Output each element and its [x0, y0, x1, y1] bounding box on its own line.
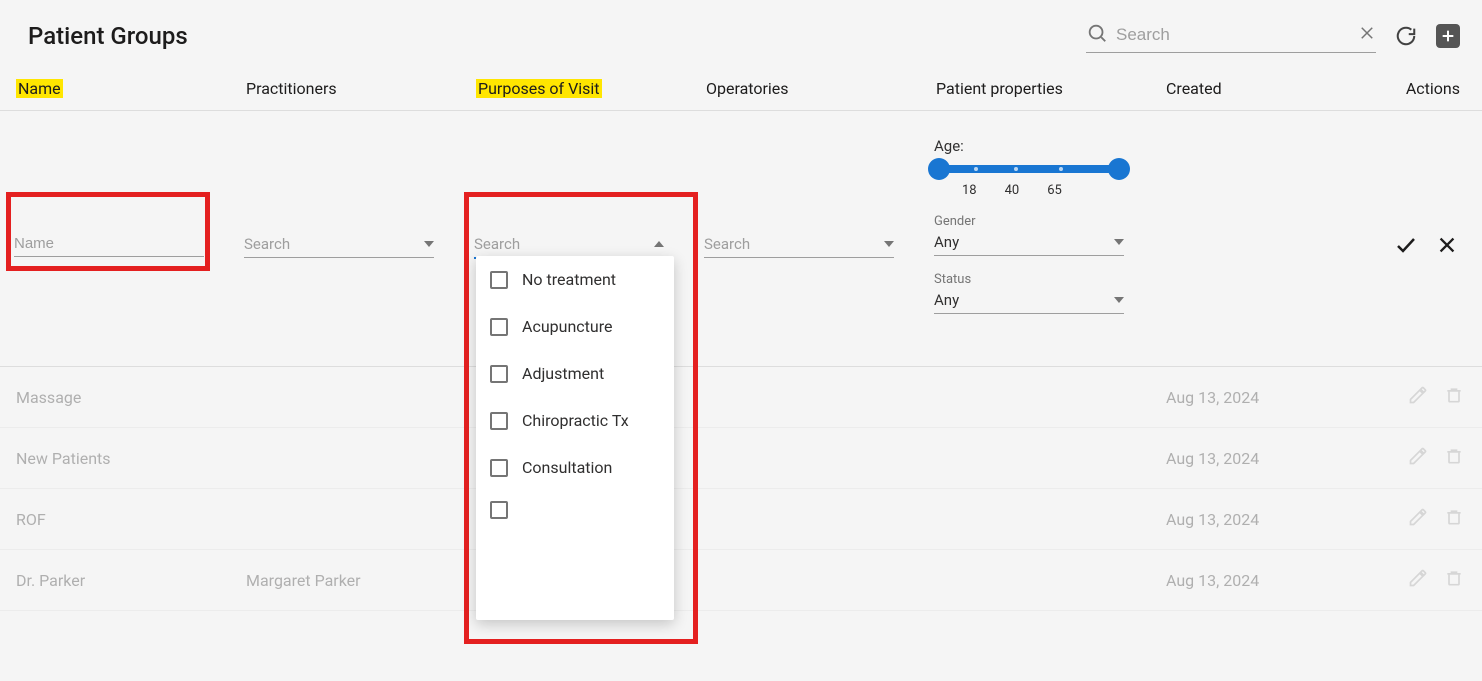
table-cell: Aug 13, 2024: [1166, 449, 1396, 468]
table-row[interactable]: Dr. ParkerMargaret Parker Aug 13, 2024: [0, 550, 1482, 611]
purpose-option[interactable]: No treatment: [476, 256, 674, 303]
age-slider-handle-min[interactable]: [928, 158, 950, 180]
table-cell: Margaret Parker: [246, 571, 476, 590]
name-input[interactable]: [14, 231, 204, 257]
practitioners-dropdown-text: Search: [244, 235, 290, 253]
purpose-option-label: Acupuncture: [522, 317, 612, 336]
purpose-option-label: Consultation: [522, 458, 612, 477]
slider-tick: [1059, 167, 1063, 171]
age-slider-labels: 18 40 65: [934, 179, 1124, 198]
operatories-dropdown-text: Search: [704, 235, 750, 253]
search-icon: [1086, 22, 1108, 48]
purpose-option[interactable]: Adjustment: [476, 350, 674, 397]
chevron-down-icon: [1114, 297, 1124, 303]
delete-icon[interactable]: [1444, 446, 1464, 470]
purpose-option[interactable]: Chiropractic Tx: [476, 397, 674, 444]
age-tick-label: 40: [1005, 183, 1020, 198]
status-value: Any: [934, 291, 959, 309]
purpose-option-label: Chiropractic Tx: [522, 411, 629, 430]
table-row[interactable]: ROF Aug 13, 2024: [0, 489, 1482, 550]
col-name[interactable]: Name: [16, 79, 63, 98]
age-slider-handle-max[interactable]: [1108, 158, 1130, 180]
purposes-dropdown[interactable]: Search: [474, 231, 664, 259]
table-cell: Aug 13, 2024: [1166, 571, 1396, 590]
row-actions: [1396, 385, 1464, 409]
gender-select[interactable]: Any: [934, 229, 1124, 256]
table-row[interactable]: Massage Aug 13, 2024: [0, 367, 1482, 428]
purposes-dropdown-menu: No treatment Acupuncture Adjustment Chiropr…: [476, 256, 674, 620]
editor-row: Search Search Search Age: 18 40 65 Gende…: [0, 111, 1482, 367]
col-operatories[interactable]: Operatories: [706, 77, 936, 100]
table-header-row: Name Practitioners Purposes of Visit Ope…: [0, 67, 1482, 111]
add-button[interactable]: [1436, 24, 1460, 48]
purpose-option-label: Adjustment: [522, 364, 604, 383]
age-label: Age:: [934, 137, 1144, 155]
delete-icon[interactable]: [1444, 568, 1464, 592]
col-properties[interactable]: Patient properties: [936, 77, 1166, 100]
checkbox-icon[interactable]: [490, 501, 508, 519]
status-select[interactable]: Any: [934, 287, 1124, 314]
checkbox-icon[interactable]: [490, 412, 508, 430]
slider-tick: [974, 167, 978, 171]
edit-icon[interactable]: [1408, 507, 1428, 531]
col-created[interactable]: Created: [1166, 77, 1396, 100]
slider-tick: [1014, 167, 1018, 171]
global-search-wrap[interactable]: [1086, 18, 1376, 53]
checkbox-icon[interactable]: [490, 318, 508, 336]
refresh-button[interactable]: [1394, 24, 1418, 48]
delete-icon[interactable]: [1444, 507, 1464, 531]
confirm-button[interactable]: [1394, 233, 1418, 261]
chevron-down-icon: [1114, 239, 1124, 245]
purposes-dropdown-scroll[interactable]: No treatment Acupuncture Adjustment Chiropr…: [476, 256, 674, 620]
row-actions: [1396, 446, 1464, 470]
page-title: Patient Groups: [28, 22, 188, 50]
age-tick-label: 18: [962, 183, 977, 198]
col-actions: Actions: [1396, 77, 1464, 100]
table-cell: New Patients: [16, 449, 246, 468]
checkbox-icon[interactable]: [490, 365, 508, 383]
table-cell: ROF: [16, 510, 246, 529]
purpose-option[interactable]: Consultation: [476, 444, 674, 491]
age-tick-label: 65: [1047, 183, 1062, 198]
edit-icon[interactable]: [1408, 568, 1428, 592]
chevron-down-icon: [884, 241, 894, 247]
purpose-option-label: No treatment: [522, 270, 616, 289]
table-cell: Massage: [16, 388, 246, 407]
delete-icon[interactable]: [1444, 385, 1464, 409]
table-cell: Dr. Parker: [16, 571, 246, 590]
checkbox-icon[interactable]: [490, 271, 508, 289]
table-cell: Aug 13, 2024: [1166, 510, 1396, 529]
gender-value: Any: [934, 233, 959, 251]
cancel-button[interactable]: [1436, 234, 1458, 260]
col-practitioners[interactable]: Practitioners: [246, 77, 476, 100]
age-slider[interactable]: [934, 165, 1124, 173]
practitioners-dropdown[interactable]: Search: [244, 231, 434, 258]
purpose-option[interactable]: Acupuncture: [476, 303, 674, 350]
operatories-dropdown[interactable]: Search: [704, 231, 894, 258]
chevron-up-icon: [654, 241, 664, 247]
row-actions: [1396, 568, 1464, 592]
gender-label: Gender: [934, 214, 1144, 229]
edit-icon[interactable]: [1408, 446, 1428, 470]
checkbox-icon[interactable]: [490, 459, 508, 477]
clear-icon[interactable]: [1358, 24, 1376, 46]
status-label: Status: [934, 272, 1144, 287]
edit-icon[interactable]: [1408, 385, 1428, 409]
table-cell: Aug 13, 2024: [1166, 388, 1396, 407]
table-row[interactable]: New Patients Aug 13, 2024: [0, 428, 1482, 489]
col-purposes[interactable]: Purposes of Visit: [476, 79, 602, 98]
chevron-down-icon: [424, 241, 434, 247]
global-search-input[interactable]: [1108, 25, 1358, 45]
row-actions: [1396, 507, 1464, 531]
purposes-dropdown-text: Search: [474, 235, 520, 253]
